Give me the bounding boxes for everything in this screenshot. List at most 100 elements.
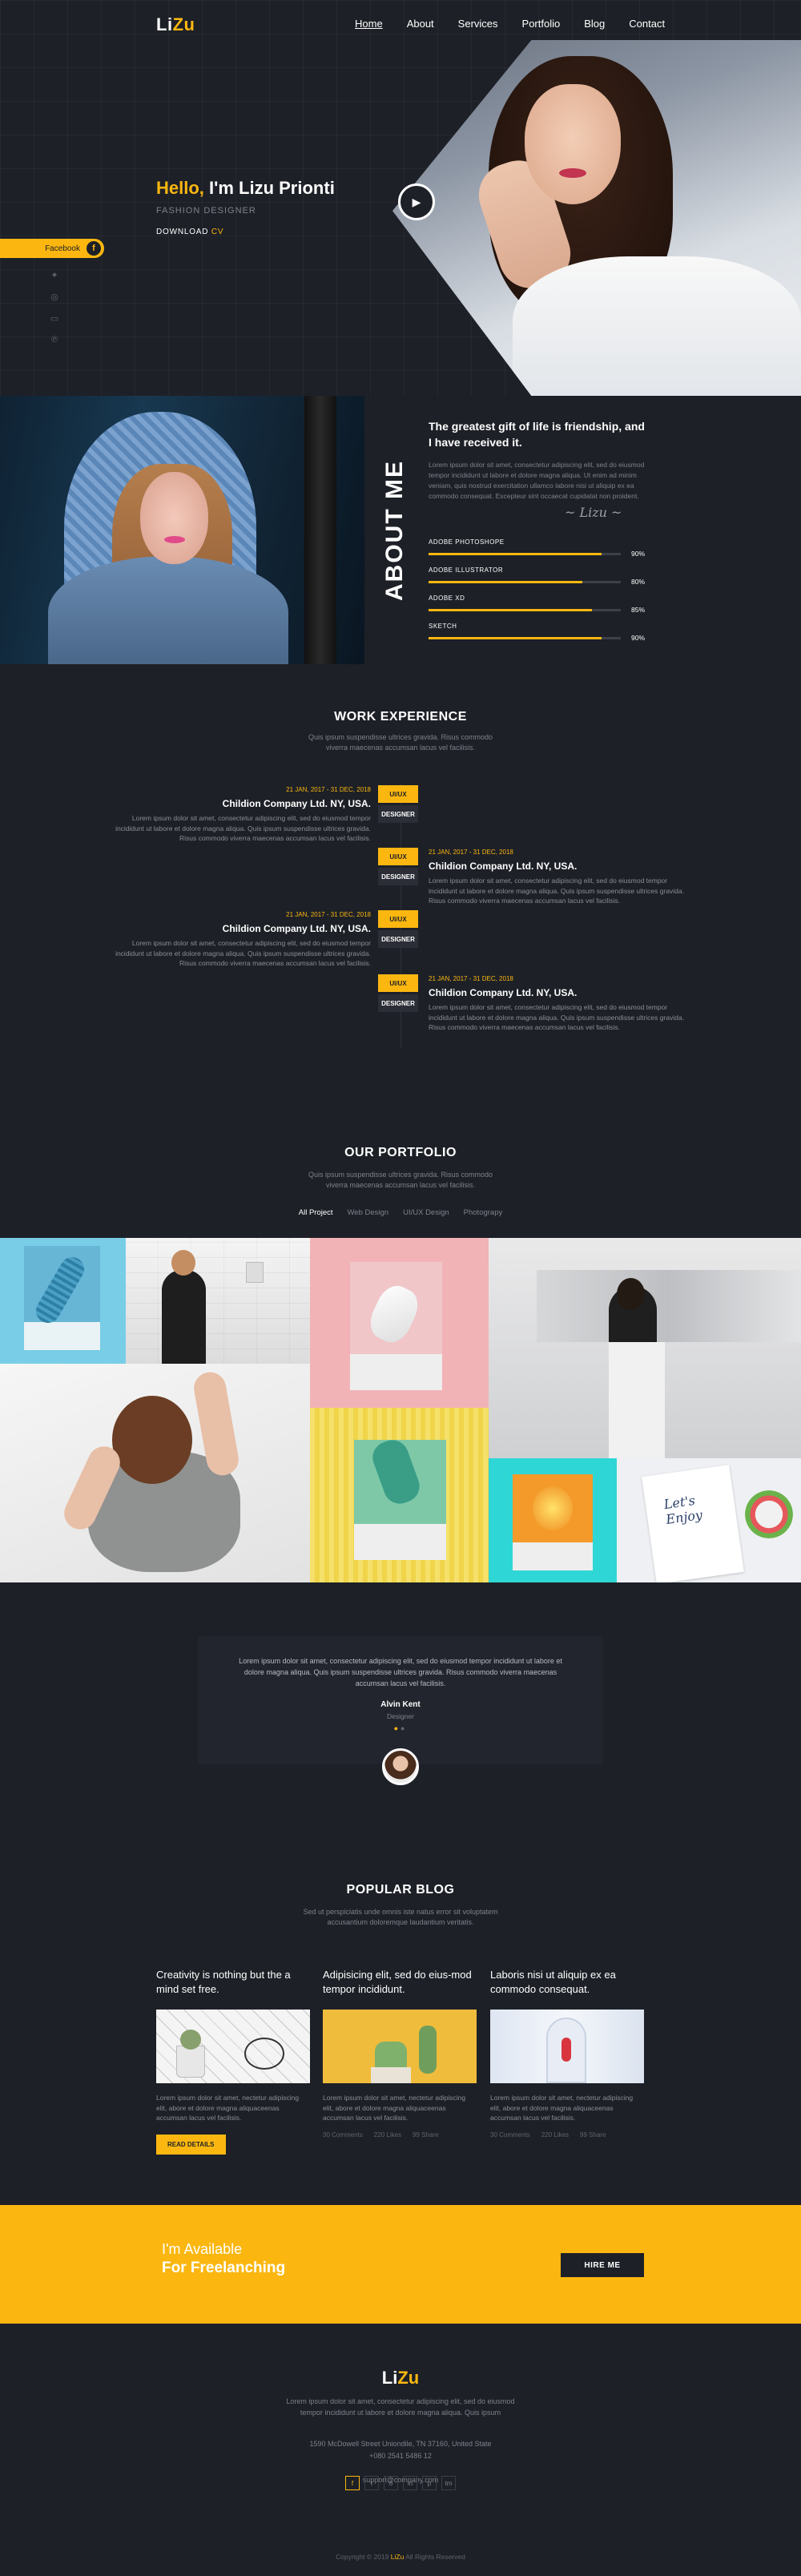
nav-home[interactable]: Home bbox=[355, 18, 383, 30]
about-section: ABOUT ME The greatest gift of life is fr… bbox=[0, 396, 801, 664]
testimonial-avatar bbox=[382, 1748, 419, 1785]
testimonial-name: Alvin Kent bbox=[380, 1700, 421, 1709]
portfolio-item[interactable] bbox=[0, 1238, 126, 1364]
likes-count[interactable]: 220 Likes bbox=[374, 2131, 401, 2139]
play-video-button[interactable]: ▶ bbox=[398, 183, 435, 220]
blog-post-title[interactable]: Laboris nisi ut aliquip ex ea commodo co… bbox=[490, 1968, 644, 2008]
instagram-icon[interactable]: o bbox=[384, 2476, 398, 2490]
footer-description-line: tempor incididunt ut labore et dolore ma… bbox=[300, 2409, 501, 2417]
filter-photography[interactable]: Photograpy bbox=[464, 1208, 503, 1217]
pinterest-icon[interactable]: p bbox=[422, 2476, 437, 2490]
logo[interactable]: LiZu bbox=[156, 14, 195, 35]
comments-count[interactable]: 30 Comments bbox=[323, 2131, 363, 2139]
filter-uiux-design[interactable]: UI/UX Design bbox=[403, 1208, 449, 1217]
linkedin-icon[interactable]: in bbox=[403, 2476, 417, 2490]
work-description: Lorem ipsum dolor sit amet, consectetur … bbox=[429, 1003, 684, 1031]
shares-count[interactable]: 99 Share bbox=[580, 2131, 606, 2139]
work-tag-role: UI/UX bbox=[378, 785, 418, 803]
portfolio-filters: All Project Web Design UI/UX Design Phot… bbox=[0, 1208, 801, 1217]
work-company: Childion Company Ltd. NY, USA. bbox=[222, 797, 371, 809]
blog-post-excerpt: Lorem ipsum dolor sit amet, nectetur adi… bbox=[490, 2094, 634, 2122]
about-heading: The greatest gift of life is friendship,… bbox=[429, 420, 645, 449]
tumblr-icon[interactable]: tm bbox=[441, 2476, 456, 2490]
portfolio-item[interactable] bbox=[310, 1238, 489, 1408]
read-details-button[interactable]: READ DETAILS bbox=[156, 2134, 226, 2155]
work-date: 21 JAN, 2017 - 31 DEC, 2018 bbox=[429, 849, 513, 856]
hero-hello: Hello, bbox=[156, 178, 204, 198]
portfolio-item[interactable] bbox=[489, 1458, 617, 1582]
hero-subtitle: FASHION DESIGNER bbox=[156, 206, 256, 216]
work-company: Childion Company Ltd. NY, USA. bbox=[429, 860, 578, 872]
nav-services[interactable]: Services bbox=[458, 18, 498, 30]
twitter-icon[interactable]: t bbox=[364, 2476, 379, 2490]
shares-count[interactable]: 99 Share bbox=[413, 2131, 438, 2139]
blog-post-title[interactable]: Creativity is nothing but the a mind set… bbox=[156, 1968, 310, 2008]
linkedin-icon[interactable]: ▭ bbox=[50, 313, 59, 324]
blog-post-title[interactable]: Adipisicing elit, sed do eius-mod tempor… bbox=[323, 1968, 477, 2008]
likes-count[interactable]: 220 Likes bbox=[541, 2131, 569, 2139]
facebook-tab-label: Facebook bbox=[45, 244, 80, 253]
about-vertical-title-text: ABOUT ME bbox=[381, 459, 408, 601]
filter-web-design[interactable]: Web Design bbox=[348, 1208, 389, 1217]
blog-subtitle: Sed ut perspiciatis unde omnis iste natu… bbox=[0, 1907, 801, 1928]
facebook-icon[interactable]: f bbox=[345, 2476, 360, 2490]
testimonial-pagination[interactable]: ●● bbox=[198, 1724, 603, 1732]
skill-name: SKETCH bbox=[429, 623, 457, 630]
skill-name: ADOBE PHOTOSHOPE bbox=[429, 538, 505, 546]
portfolio-item[interactable]: Let's Enjoy bbox=[617, 1458, 801, 1582]
instagram-icon[interactable]: ◎ bbox=[50, 292, 59, 302]
twitter-icon[interactable]: ✦ bbox=[50, 270, 59, 280]
pinterest-icon[interactable]: ℗ bbox=[50, 335, 59, 345]
cta-line-2: For Freelanching bbox=[162, 2260, 286, 2276]
blog-card-3: Laboris nisi ut aliquip ex ea commodo co… bbox=[490, 1968, 644, 2139]
nav-contact[interactable]: Contact bbox=[629, 18, 665, 30]
work-description: Lorem ipsum dolor sit amet, consectetur … bbox=[429, 877, 684, 905]
blog-card-1: Creativity is nothing but the a mind set… bbox=[156, 1968, 310, 2155]
side-social-links: ✦ ◎ ▭ ℗ bbox=[50, 270, 59, 345]
blog-post-image[interactable] bbox=[490, 2010, 644, 2083]
blog-post-excerpt: Lorem ipsum dolor sit amet, nectetur adi… bbox=[156, 2094, 300, 2122]
blog-subtitle-line: accusantium doloremque laudantium verita… bbox=[327, 1918, 474, 1926]
skills-list: ADOBE PHOTOSHOPE 90% ADOBE ILLUSTRATOR 80%… bbox=[429, 538, 645, 651]
download-cv-link[interactable]: DOWNLOAD CV bbox=[156, 228, 223, 236]
work-date: 21 JAN, 2017 - 31 DEC, 2018 bbox=[286, 911, 371, 918]
skill-percent: 90% bbox=[630, 550, 645, 558]
work-date: 21 JAN, 2017 - 31 DEC, 2018 bbox=[429, 975, 513, 982]
nav-blog[interactable]: Blog bbox=[584, 18, 605, 30]
skill-item: ADOBE ILLUSTRATOR 80% bbox=[429, 566, 645, 595]
portfolio-title: OUR PORTFOLIO bbox=[344, 1146, 457, 1159]
facebook-tab[interactable]: Facebook f bbox=[0, 239, 104, 258]
footer-logo[interactable]: LiZu bbox=[0, 2368, 801, 2389]
portfolio-item[interactable] bbox=[310, 1408, 489, 1582]
skill-name: ADOBE XD bbox=[429, 595, 465, 602]
logo-text-b: Zu bbox=[172, 14, 195, 34]
main-nav: Home About Services Portfolio Blog Conta… bbox=[355, 18, 689, 30]
hero-portrait-image bbox=[392, 40, 801, 396]
blog-card-2: Adipisicing elit, sed do eius-mod tempor… bbox=[323, 1968, 477, 2139]
footer-logo-b: Zu bbox=[397, 2368, 420, 2388]
hire-me-button[interactable]: HIRE ME bbox=[561, 2253, 644, 2277]
work-tag-title: DESIGNER bbox=[378, 868, 418, 885]
footer-phone[interactable]: +080 2541 5486 12 bbox=[0, 2450, 801, 2462]
blog-post-image[interactable] bbox=[323, 2010, 477, 2083]
blog-post-image[interactable] bbox=[156, 2010, 310, 2083]
comments-count[interactable]: 30 Comments bbox=[490, 2131, 530, 2139]
work-title: WORK EXPERIENCE bbox=[334, 710, 467, 724]
copyright-brand[interactable]: LiZu bbox=[391, 2553, 405, 2561]
cta-line-1: I'm Available bbox=[162, 2241, 243, 2257]
nav-about[interactable]: About bbox=[407, 18, 434, 30]
about-body: Lorem ipsum dolor sit amet, consectetur … bbox=[429, 461, 645, 500]
portfolio-item[interactable] bbox=[126, 1238, 310, 1364]
signature-image: ~ Lizu ~ bbox=[565, 505, 622, 520]
work-entry-2: 21 JAN, 2017 - 31 DEC, 2018 Childion Com… bbox=[429, 848, 685, 906]
work-entry-3: 21 JAN, 2017 - 31 DEC, 2018 Childion Com… bbox=[115, 910, 371, 969]
portfolio-item[interactable] bbox=[489, 1238, 801, 1458]
portfolio-item[interactable] bbox=[0, 1364, 310, 1582]
hire-cta-banner: I'm Available For Freelanching HIRE ME bbox=[0, 2205, 801, 2324]
skill-percent: 85% bbox=[630, 606, 645, 614]
skill-bar-fill bbox=[429, 581, 582, 583]
logo-text-a: Li bbox=[156, 14, 173, 34]
nav-portfolio[interactable]: Portfolio bbox=[522, 18, 561, 30]
blog-post-meta: 30 Comments 220 Likes 99 Share bbox=[323, 2131, 477, 2139]
filter-all-project[interactable]: All Project bbox=[299, 1208, 333, 1217]
